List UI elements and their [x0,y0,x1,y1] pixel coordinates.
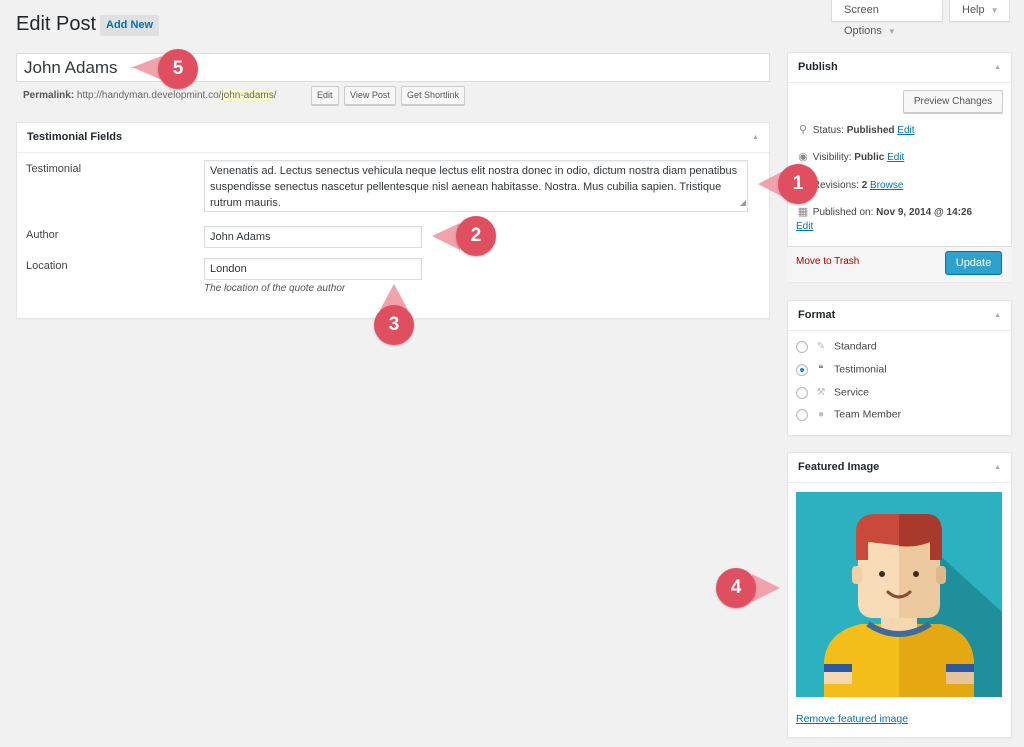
callout-3: 3 [374,305,414,345]
callout-5: 5 [158,49,198,89]
callout-pointers [130,56,785,602]
callout-4: 4 [716,568,756,608]
callout-2: 2 [456,216,496,256]
callout-1: 1 [778,164,818,204]
